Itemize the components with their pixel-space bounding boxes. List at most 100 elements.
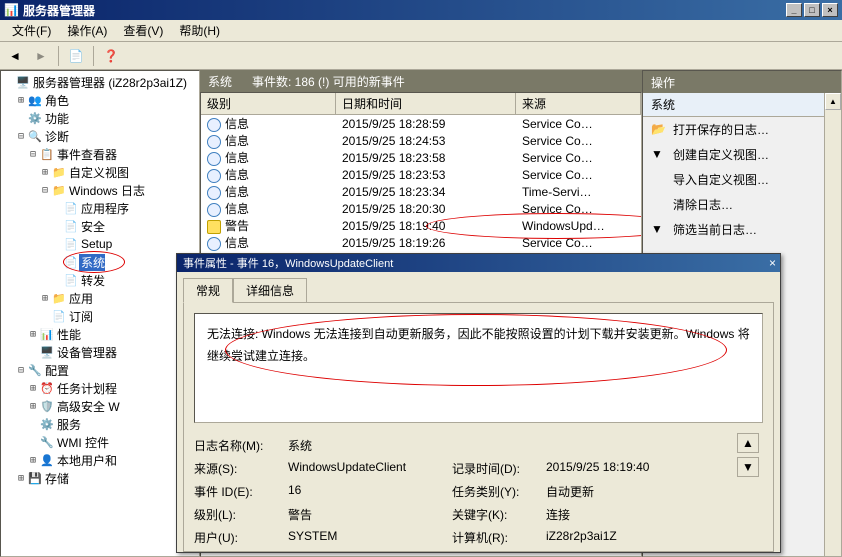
- col-datetime[interactable]: 日期和时间: [336, 93, 516, 114]
- back-button[interactable]: ◄: [4, 45, 26, 67]
- col-source[interactable]: 来源: [516, 93, 641, 114]
- dialog-close-button[interactable]: ×: [769, 256, 776, 270]
- tab-details[interactable]: 详细信息: [233, 278, 307, 302]
- action-icon: [651, 197, 667, 213]
- event-count: 事件数: 186 (!) 可用的新事件: [252, 73, 405, 90]
- val-keywords: 连接: [546, 506, 763, 523]
- val-user: SYSTEM: [288, 529, 448, 546]
- nav-tree[interactable]: 🖥️服务器管理器 (iZ28r2p3ai1Z) ⊞👥角色 ⚙️功能 ⊟🔍诊断 ⊟…: [0, 70, 200, 557]
- maximize-button[interactable]: □: [804, 3, 820, 17]
- action-item[interactable]: 清除日志…: [643, 192, 841, 217]
- col-level[interactable]: 级别: [201, 93, 336, 114]
- val-level: 警告: [288, 506, 448, 523]
- action-item[interactable]: ▼ 创建自定义视图…: [643, 142, 841, 167]
- event-row[interactable]: 警告2015/9/25 18:19:40WindowsUpd…: [201, 217, 641, 234]
- tree-services[interactable]: 服务: [55, 416, 81, 433]
- tree-subscriptions[interactable]: 订阅: [67, 308, 93, 325]
- val-task-cat: 自动更新: [546, 483, 763, 500]
- up-button[interactable]: 📄: [65, 45, 87, 67]
- actions-heading: 操作: [643, 71, 841, 93]
- tree-local-users[interactable]: 本地用户和: [55, 452, 117, 469]
- toolbar: ◄ ► 📄 ❓: [0, 42, 842, 70]
- prev-event-button[interactable]: ▲: [737, 433, 759, 453]
- event-row[interactable]: 信息2015/9/25 18:23:58Service Co…: [201, 149, 641, 166]
- dialog-title: 事件属性 - 事件 16，WindowsUpdateClient: [181, 255, 769, 271]
- tree-performance[interactable]: 性能: [55, 326, 81, 343]
- list-heading: 系统: [208, 73, 232, 90]
- info-icon: [207, 203, 221, 217]
- forward-button[interactable]: ►: [30, 45, 52, 67]
- tree-custom-views[interactable]: 自定义视图: [67, 164, 129, 181]
- tree-storage[interactable]: 存储: [43, 470, 69, 487]
- tree-event-viewer[interactable]: 事件查看器: [55, 146, 117, 163]
- list-header-bar: 系统 事件数: 186 (!) 可用的新事件: [200, 70, 642, 92]
- scroll-up-button[interactable]: ▲: [825, 93, 841, 110]
- lbl-task-cat: 任务类别(Y):: [452, 483, 542, 500]
- tree-windows-logs[interactable]: Windows 日志: [67, 182, 145, 199]
- val-source: WindowsUpdateClient: [288, 460, 448, 477]
- action-icon: 📂: [651, 122, 667, 138]
- info-icon: [207, 237, 221, 251]
- tree-system[interactable]: 系统: [79, 254, 105, 271]
- next-event-button[interactable]: ▼: [737, 457, 759, 477]
- action-label: 打开保存的日志…: [673, 121, 769, 138]
- tab-general[interactable]: 常规: [183, 278, 233, 303]
- action-label: 导入自定义视图…: [673, 171, 769, 188]
- val-log-name: 系统: [288, 437, 763, 454]
- tree-task-scheduler[interactable]: 任务计划程: [55, 380, 117, 397]
- event-properties-dialog: 事件属性 - 事件 16，WindowsUpdateClient × 常规 详细…: [176, 253, 781, 553]
- app-icon: 📊: [4, 3, 19, 17]
- tree-security[interactable]: 安全: [79, 218, 105, 235]
- tree-features[interactable]: 功能: [43, 110, 69, 127]
- warning-icon: [207, 220, 221, 234]
- lbl-level: 级别(L):: [194, 506, 284, 523]
- event-row[interactable]: 信息2015/9/25 18:23:34Time-Servi…: [201, 183, 641, 200]
- menu-action[interactable]: 操作(A): [59, 20, 115, 41]
- menu-file[interactable]: 文件(F): [4, 20, 59, 41]
- help-button[interactable]: ❓: [100, 45, 122, 67]
- lbl-computer: 计算机(R):: [452, 529, 542, 546]
- event-row[interactable]: 信息2015/9/25 18:23:53Service Co…: [201, 166, 641, 183]
- event-message: 无法连接: Windows 无法连接到自动更新服务，因此不能按照设置的计划下载并…: [194, 313, 763, 423]
- action-icon: ▼: [651, 222, 667, 238]
- lbl-log-name: 日志名称(M):: [194, 437, 284, 454]
- close-button[interactable]: ×: [822, 3, 838, 17]
- info-icon: [207, 186, 221, 200]
- info-icon: [207, 152, 221, 166]
- window-title: 服务器管理器: [19, 2, 786, 19]
- actions-subheading: 系统: [643, 93, 841, 117]
- minimize-button[interactable]: _: [786, 3, 802, 17]
- action-item[interactable]: 导入自定义视图…: [643, 167, 841, 192]
- tree-configuration[interactable]: 配置: [43, 362, 69, 379]
- tree-application[interactable]: 应用程序: [79, 200, 129, 217]
- menu-help[interactable]: 帮助(H): [171, 20, 228, 41]
- info-icon: [207, 135, 221, 149]
- action-label: 创建自定义视图…: [673, 146, 769, 163]
- event-row[interactable]: 信息2015/9/25 18:24:53Service Co…: [201, 132, 641, 149]
- tree-diagnostics[interactable]: 诊断: [43, 128, 69, 145]
- lbl-event-id: 事件 ID(E):: [194, 483, 284, 500]
- menu-view[interactable]: 查看(V): [115, 20, 171, 41]
- tree-roles[interactable]: 角色: [43, 92, 69, 109]
- info-icon: [207, 118, 221, 132]
- action-icon: ▼: [651, 147, 667, 163]
- tree-advanced-security[interactable]: 高级安全 W: [55, 398, 120, 415]
- tree-device-manager[interactable]: 设备管理器: [55, 344, 117, 361]
- info-icon: [207, 169, 221, 183]
- actions-scrollbar[interactable]: ▲: [824, 93, 841, 556]
- tree-wmi[interactable]: WMI 控件: [55, 434, 109, 451]
- tree-app-services[interactable]: 应用: [67, 290, 93, 307]
- tree-setup[interactable]: Setup: [79, 237, 112, 251]
- main-titlebar: 📊 服务器管理器 _ □ ×: [0, 0, 842, 20]
- tree-forwarded[interactable]: 转发: [79, 272, 105, 289]
- lbl-keywords: 关键字(K):: [452, 506, 542, 523]
- event-row[interactable]: 信息2015/9/25 18:28:59Service Co…: [201, 115, 641, 132]
- tree-root[interactable]: 服务器管理器 (iZ28r2p3ai1Z): [31, 74, 187, 91]
- menubar: 文件(F) 操作(A) 查看(V) 帮助(H): [0, 20, 842, 42]
- val-computer: iZ28r2p3ai1Z: [546, 529, 763, 546]
- action-label: 清除日志…: [673, 196, 733, 213]
- action-item[interactable]: 📂 打开保存的日志…: [643, 117, 841, 142]
- action-item[interactable]: ▼筛选当前日志…: [643, 217, 841, 242]
- val-logged: 2015/9/25 18:19:40: [546, 460, 763, 477]
- lbl-user: 用户(U):: [194, 529, 284, 546]
